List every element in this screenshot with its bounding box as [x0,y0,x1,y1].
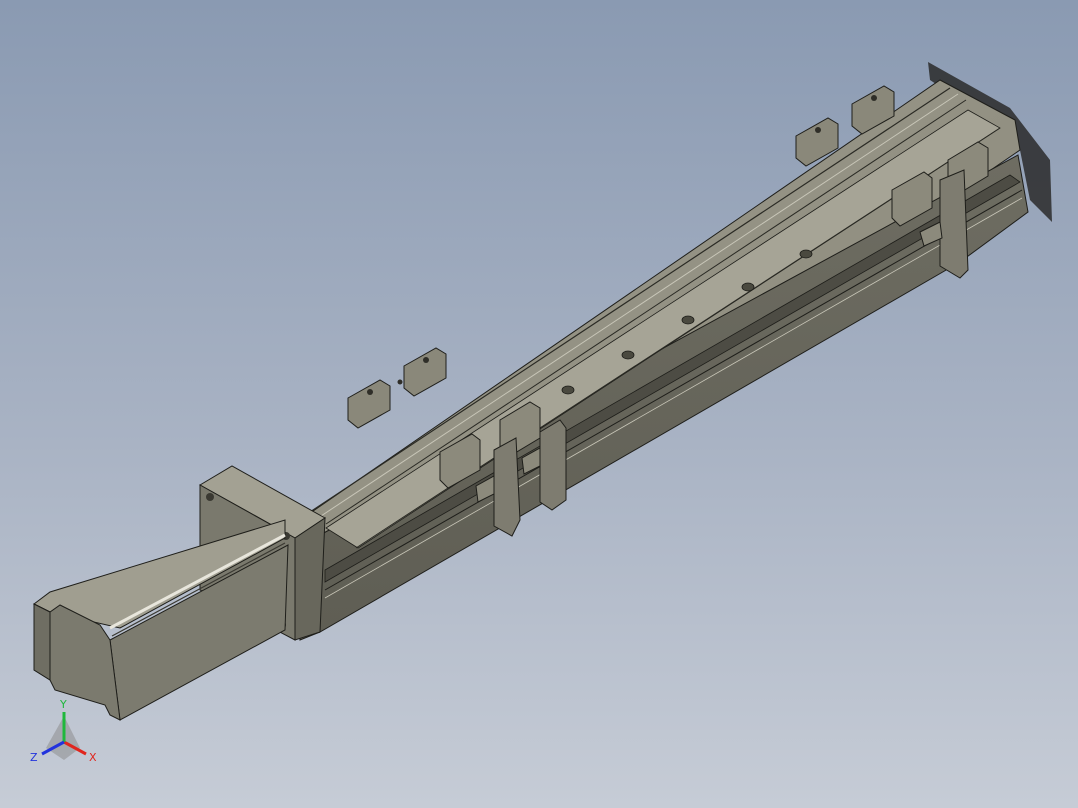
linear-actuator-model[interactable]: X Y Z [0,0,1078,808]
triad-z-label: Z [30,751,38,764]
rail-body [299,79,1029,641]
orientation-triad[interactable]: X Y Z [30,698,97,764]
triad-y-label: Y [59,698,67,711]
triad-x-label: X [89,751,97,764]
cad-3d-viewport[interactable]: X Y Z [0,0,1078,808]
motor-body [33,519,289,721]
